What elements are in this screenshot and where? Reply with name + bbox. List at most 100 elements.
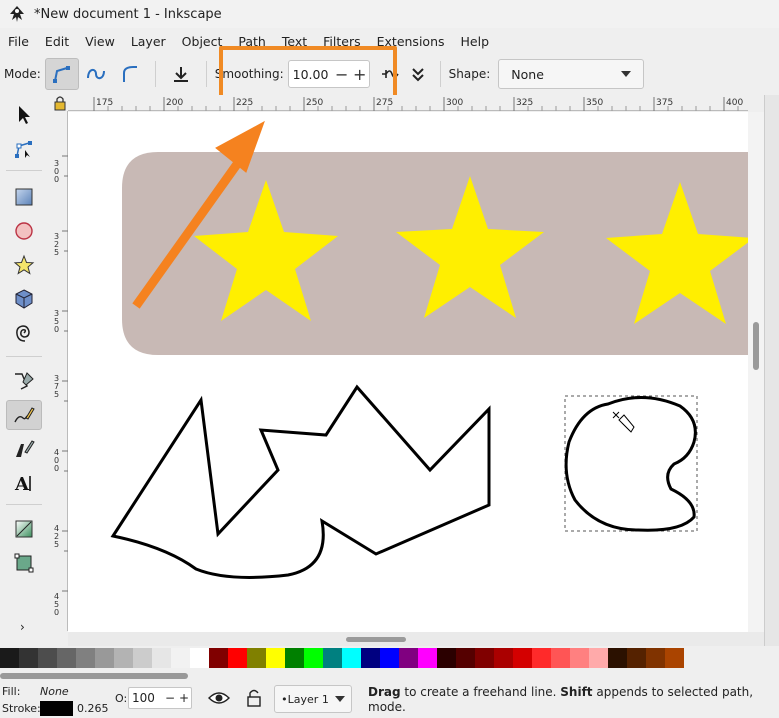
- palette-swatch[interactable]: [190, 648, 209, 668]
- tool-gradient[interactable]: [6, 514, 42, 544]
- menu-path[interactable]: Path: [230, 34, 273, 49]
- palette-swatch[interactable]: [247, 648, 266, 668]
- tool-3dbox[interactable]: [6, 284, 42, 314]
- opacity-decrement-button[interactable]: −: [163, 691, 177, 705]
- palette-swatch[interactable]: [418, 648, 437, 668]
- palette-swatch[interactable]: [171, 648, 190, 668]
- palette-swatch[interactable]: [133, 648, 152, 668]
- palette-swatch[interactable]: [665, 648, 684, 668]
- menu-edit[interactable]: Edit: [37, 34, 77, 49]
- drawing-canvas[interactable]: [68, 112, 748, 632]
- palette-swatch[interactable]: [266, 648, 285, 668]
- vertical-scrollbar[interactable]: [748, 112, 764, 632]
- status-text-1: to create a freehand line.: [400, 685, 561, 699]
- tool-ellipse[interactable]: [6, 216, 42, 246]
- tool-spiral[interactable]: [6, 318, 42, 348]
- palette-swatch[interactable]: [513, 648, 532, 668]
- tool-mesh[interactable]: [6, 548, 42, 578]
- tool-rectangle[interactable]: [6, 182, 42, 212]
- svg-text:0: 0: [54, 464, 59, 473]
- box3d-icon: [15, 289, 33, 309]
- palette-swatch[interactable]: [0, 648, 19, 668]
- svg-text:0: 0: [54, 325, 59, 334]
- tool-pencil[interactable]: [6, 400, 42, 430]
- palette-swatch[interactable]: [76, 648, 95, 668]
- smoothing-increment-button[interactable]: +: [351, 65, 369, 84]
- opacity-value[interactable]: 100: [129, 691, 163, 705]
- svg-text:0: 0: [54, 608, 59, 617]
- color-palette: [0, 648, 779, 672]
- palette-swatch[interactable]: [437, 648, 456, 668]
- layer-lock-icon[interactable]: [246, 688, 262, 708]
- palette-swatch[interactable]: [494, 648, 513, 668]
- palette-swatch[interactable]: [38, 648, 57, 668]
- tool-selector[interactable]: [6, 100, 42, 130]
- tool-text[interactable]: A: [6, 468, 42, 498]
- chevrons-button[interactable]: [404, 58, 432, 90]
- mode-bspline-button[interactable]: [113, 58, 147, 90]
- rectangle-icon: [15, 188, 33, 206]
- menu-text[interactable]: Text: [274, 34, 315, 49]
- layer-dropdown[interactable]: •Layer 1: [274, 685, 352, 713]
- palette-swatch[interactable]: [399, 648, 418, 668]
- palette-swatch[interactable]: [570, 648, 589, 668]
- smoothing-spinbox[interactable]: 10.00 − +: [287, 60, 370, 88]
- palette-scrollbar[interactable]: [0, 673, 188, 679]
- svg-text:0: 0: [54, 175, 59, 184]
- palette-swatch[interactable]: [608, 648, 627, 668]
- palette-swatch[interactable]: [456, 648, 475, 668]
- gradient-icon: [15, 520, 33, 538]
- opacity-spinbox[interactable]: 100 − +: [128, 687, 192, 709]
- smoothing-value[interactable]: 10.00: [289, 67, 333, 82]
- mode-spiro-button[interactable]: [79, 58, 113, 90]
- palette-swatch[interactable]: [57, 648, 76, 668]
- opacity-increment-button[interactable]: +: [177, 691, 191, 705]
- use-pressure-button[interactable]: [376, 58, 404, 90]
- stroke-width-value[interactable]: 0.265: [77, 702, 109, 715]
- palette-swatch[interactable]: [152, 648, 171, 668]
- tool-star[interactable]: [6, 250, 42, 280]
- fill-value[interactable]: None: [40, 685, 69, 698]
- menu-layer[interactable]: Layer: [123, 34, 174, 49]
- shape-dropdown[interactable]: None: [498, 59, 645, 89]
- menu-object[interactable]: Object: [174, 34, 231, 49]
- menu-filters[interactable]: Filters: [315, 34, 368, 49]
- guide-lock-icon[interactable]: [52, 95, 68, 111]
- pressure-button[interactable]: [164, 58, 198, 90]
- palette-swatch[interactable]: [304, 648, 323, 668]
- vertical-scroll-thumb[interactable]: [753, 322, 759, 370]
- pressure-wave-icon: [381, 70, 399, 78]
- layer-visibility-eye-icon[interactable]: [208, 690, 230, 706]
- mode-regular-path-button[interactable]: [44, 58, 79, 90]
- palette-swatch[interactable]: [209, 648, 228, 668]
- tool-bezier[interactable]: [6, 366, 42, 396]
- status-message: Drag to create a freehand line. Shift ap…: [368, 685, 778, 715]
- menu-extensions[interactable]: Extensions: [369, 34, 453, 49]
- menu-help[interactable]: Help: [453, 34, 498, 49]
- menu-file[interactable]: File: [0, 34, 37, 49]
- palette-swatch[interactable]: [19, 648, 38, 668]
- right-dock-panel[interactable]: [764, 95, 779, 646]
- toolbox-more-chevron-icon[interactable]: ›: [20, 620, 25, 634]
- palette-swatch[interactable]: [342, 648, 361, 668]
- palette-swatch[interactable]: [380, 648, 399, 668]
- palette-swatch[interactable]: [95, 648, 114, 668]
- palette-swatch[interactable]: [323, 648, 342, 668]
- tool-calligraphy[interactable]: [6, 434, 42, 464]
- palette-swatch[interactable]: [114, 648, 133, 668]
- stroke-swatch[interactable]: [40, 701, 73, 716]
- horizontal-scroll-thumb[interactable]: [346, 637, 406, 642]
- palette-swatch[interactable]: [589, 648, 608, 668]
- menu-view[interactable]: View: [77, 34, 123, 49]
- palette-swatch[interactable]: [228, 648, 247, 668]
- palette-swatch[interactable]: [285, 648, 304, 668]
- smoothing-decrement-button[interactable]: −: [333, 65, 351, 84]
- palette-swatch[interactable]: [627, 648, 646, 668]
- tool-node-editor[interactable]: [6, 134, 42, 164]
- palette-swatch[interactable]: [551, 648, 570, 668]
- palette-swatch[interactable]: [475, 648, 494, 668]
- palette-swatch[interactable]: [361, 648, 380, 668]
- palette-swatch[interactable]: [646, 648, 665, 668]
- horizontal-scrollbar[interactable]: [68, 632, 764, 646]
- palette-swatch[interactable]: [532, 648, 551, 668]
